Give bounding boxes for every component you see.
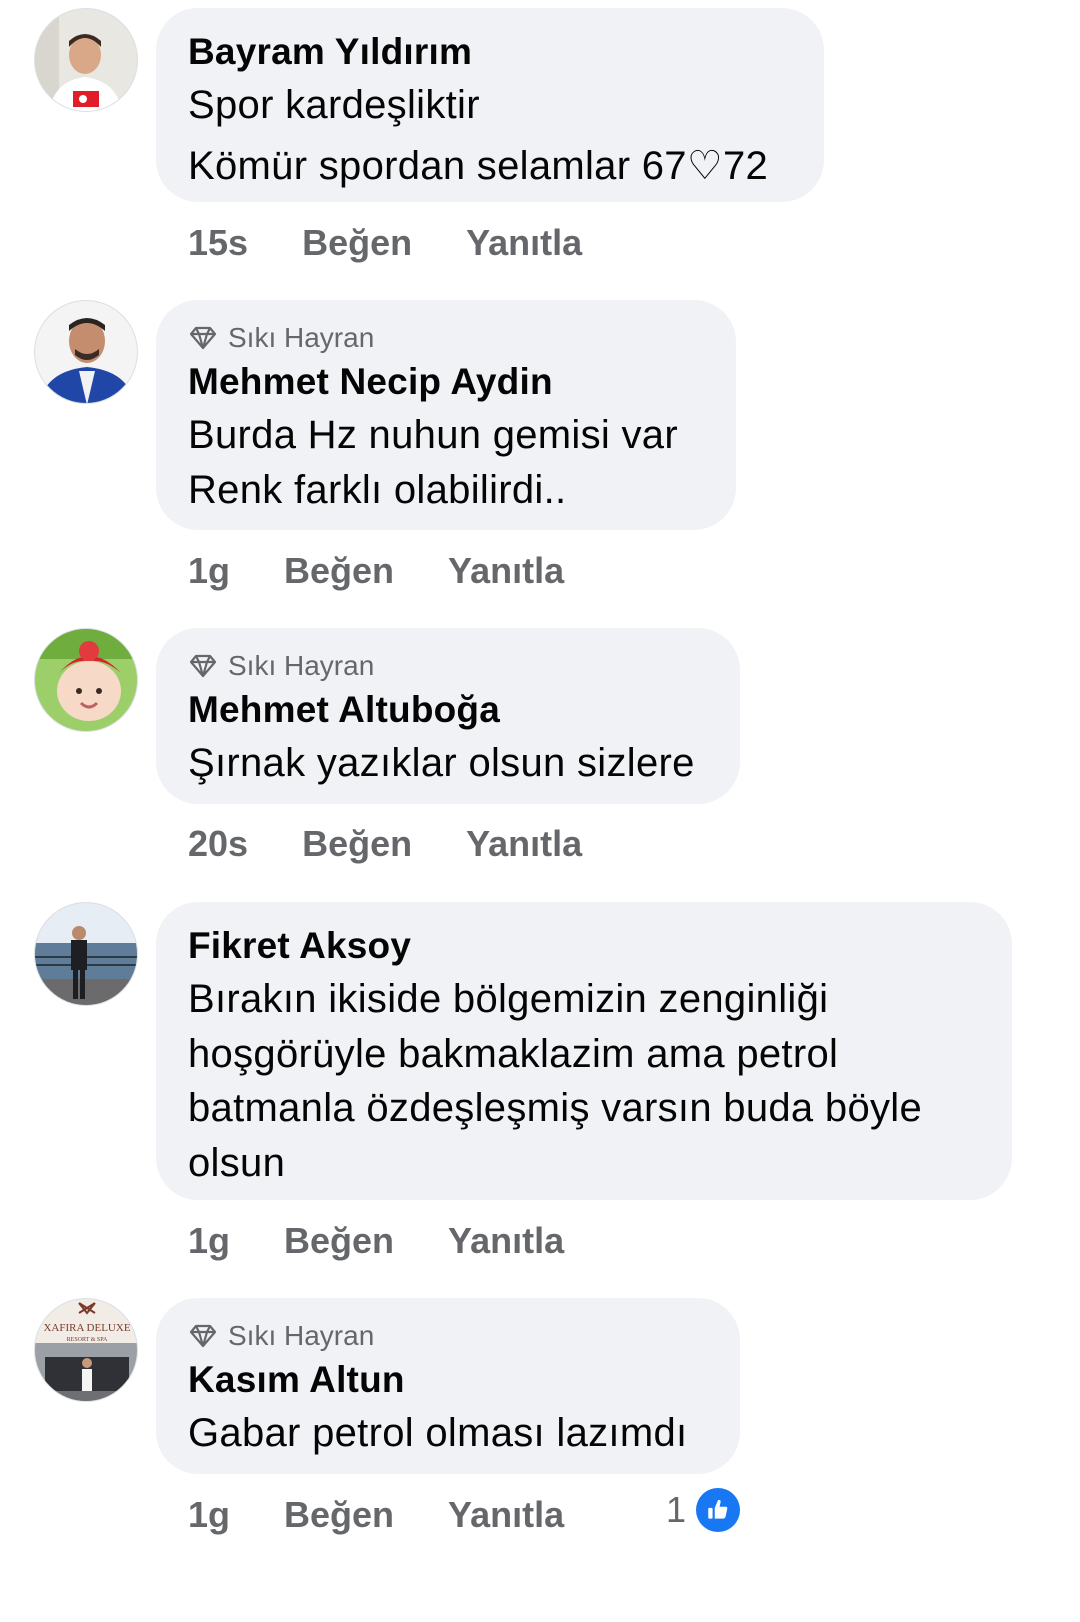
like-button[interactable]: Beğen [284, 550, 394, 592]
avatar[interactable] [34, 628, 138, 732]
comment-actions: 15s Beğen Yanıtla [188, 218, 636, 268]
author-name[interactable]: Mehmet Necip Aydin [188, 356, 704, 408]
comment-text-line: batmanla özdeşleşmiş varsın buda böyle [188, 1086, 923, 1130]
top-fan-badge: Sıkı Hayran [188, 648, 708, 684]
comment-time: 1g [188, 1220, 231, 1261]
comment-actions: 1g Beğen Yanıtla [188, 1216, 618, 1266]
comment-time: 15s [188, 222, 249, 263]
top-fan-badge: Sıkı Hayran [188, 320, 704, 356]
avatar[interactable] [34, 8, 138, 112]
diamond-icon [189, 1324, 217, 1348]
comment-bubble: Bayram Yıldırım Spor kardeşliktir Kömür … [156, 8, 824, 202]
avatar[interactable] [34, 902, 138, 1006]
comment-actions: 20s Beğen Yanıtla [188, 819, 636, 869]
comment-text-line: Burda Hz nuhun gemisi var [188, 413, 678, 457]
avatar[interactable]: XAFIRA DELUXE RESORT & SPA [34, 1298, 138, 1402]
avatar[interactable] [34, 300, 138, 404]
author-name[interactable]: Mehmet Altuboğa [188, 684, 708, 736]
reply-button[interactable]: Yanıtla [466, 222, 582, 264]
logo-text: XAFIRA DELUXE [43, 1322, 130, 1334]
reply-button[interactable]: Yanıtla [448, 550, 564, 592]
badge-label: Sıkı Hayran [228, 322, 375, 353]
comment-actions: 1g Beğen Yanıtla [188, 546, 618, 596]
comment-text-line: olsun [188, 1140, 286, 1185]
comment-time: 1g [188, 550, 231, 591]
comment-text-line: Renk farklı olabilirdi.. [188, 467, 567, 512]
badge-label: Sıkı Hayran [228, 650, 375, 681]
reply-button[interactable]: Yanıtla [448, 1494, 564, 1536]
reaction-summary[interactable]: 1 [666, 1488, 741, 1532]
like-button[interactable]: Beğen [284, 1220, 394, 1262]
comment-bubble: Sıkı Hayran Mehmet Necip Aydin Burda Hz … [156, 300, 736, 530]
badge-label: Sıkı Hayran [228, 1320, 375, 1351]
comment-text-line: hoşgörüyle bakmaklazim ama petrol [188, 1031, 839, 1076]
like-button[interactable]: Beğen [284, 1494, 394, 1536]
logo-subtext: RESORT & SPA [67, 1337, 108, 1343]
thumbs-up-icon [696, 1488, 741, 1532]
reply-button[interactable]: Yanıtla [466, 823, 582, 865]
like-button[interactable]: Beğen [302, 823, 412, 865]
comment-bubble: Fikret Aksoy Bırakın ikiside bölgemizin … [156, 902, 1012, 1200]
comment-text-line: Şırnak yazıklar olsun sizlere [188, 741, 695, 785]
author-name[interactable]: Fikret Aksoy [188, 920, 980, 972]
diamond-icon [189, 326, 217, 350]
comment-time: 20s [188, 823, 249, 864]
reply-button[interactable]: Yanıtla [448, 1220, 564, 1262]
comment-text-line: Kömür spordan selamlar 67♡72 [188, 143, 769, 188]
author-name[interactable]: Kasım Altun [188, 1354, 708, 1406]
diamond-icon [189, 654, 217, 678]
comment-text-line: Spor kardeşliktir [188, 83, 480, 127]
like-button[interactable]: Beğen [302, 222, 412, 264]
comment-bubble: Sıkı Hayran Mehmet Altuboğa Şırnak yazık… [156, 628, 740, 804]
author-name[interactable]: Bayram Yıldırım [188, 26, 792, 78]
comment-text-line: Gabar petrol olması lazımdı [188, 1411, 688, 1455]
comment-time: 1g [188, 1494, 231, 1535]
top-fan-badge: Sıkı Hayran [188, 1318, 708, 1354]
reaction-count: 1 [666, 1489, 687, 1530]
comment-text-line: Bırakın ikiside bölgemizin zenginliği [188, 977, 829, 1021]
comment-bubble: Sıkı Hayran Kasım Altun Gabar petrol olm… [156, 1298, 740, 1474]
comment-actions: 1g Beğen Yanıtla [188, 1490, 618, 1540]
